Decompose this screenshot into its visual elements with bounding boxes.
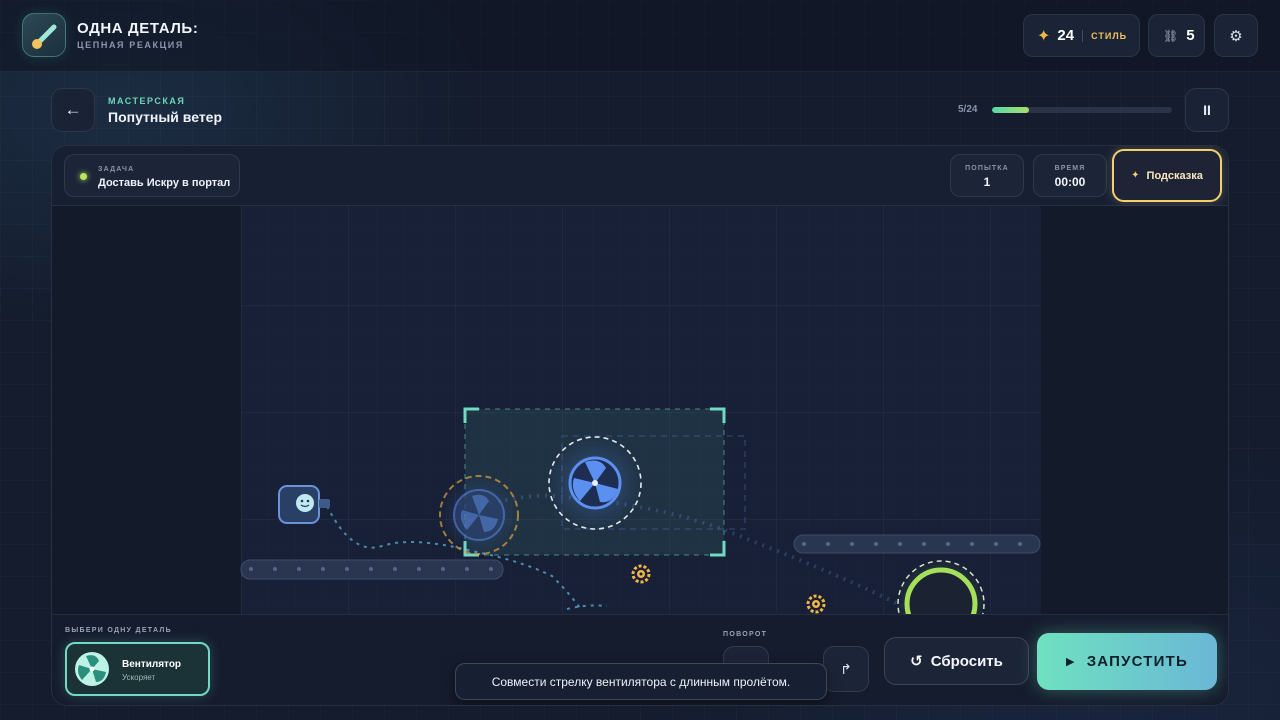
- star-icon: ✦: [1037, 27, 1051, 45]
- timer-value: 00:00: [1054, 175, 1086, 189]
- part-description: Ускоряет: [122, 673, 156, 682]
- ghost-fan: [439, 475, 519, 555]
- part-tray: ВЫБЕРИ ОДНУ ДЕТАЛЬ Вентилятор Ускоряет П…: [52, 614, 1228, 705]
- reset-icon: ↺: [910, 653, 923, 670]
- score-value: 24: [1057, 27, 1075, 44]
- settings-button[interactable]: ⚙: [1214, 14, 1258, 57]
- top-bar: ОДНА ДЕТАЛЬ: ЦЕПНАЯ РЕАКЦИЯ ✦ 24 СТИЛЬ ⛓…: [0, 0, 1280, 72]
- hint-label: Подсказка: [1146, 169, 1203, 182]
- pause-icon: II: [1203, 102, 1211, 118]
- arrow-left-icon: ←: [64, 100, 82, 119]
- level-progress-text: 5/24: [958, 104, 978, 115]
- run-button[interactable]: ▶ ЗАПУСТИТЬ: [1037, 633, 1217, 690]
- timer-label: ВРЕМЯ: [1054, 165, 1086, 172]
- panel-header: ЗАДАЧА Доставь Искру в портал ПОПЫТКА 1 …: [52, 146, 1228, 206]
- task-text: Доставь Искру в портал: [98, 177, 231, 189]
- playfield[interactable]: [52, 206, 1228, 614]
- run-label: ЗАПУСТИТЬ: [1086, 653, 1188, 670]
- gear-icon: ⚙: [1229, 27, 1243, 45]
- attempt-label: ПОПЫТКА: [965, 165, 1009, 172]
- rotation-label: ПОВОРОТ: [723, 631, 768, 638]
- chain-count: 5: [1186, 27, 1195, 44]
- game-panel: ЗАДАЧА Доставь Искру в портал ПОПЫТКА 1 …: [51, 145, 1229, 706]
- part-card-fan[interactable]: Вентилятор Ускоряет: [65, 642, 210, 696]
- rotate-right-button[interactable]: ↱: [823, 646, 869, 692]
- left-platform: [240, 559, 504, 580]
- choose-part-label: ВЫБЕРИ ОДНУ ДЕТАЛЬ: [65, 627, 172, 634]
- fan-icon: [75, 652, 109, 686]
- task-status-dot: [80, 173, 87, 180]
- pause-button[interactable]: II: [1185, 88, 1229, 132]
- part-name: Вентилятор: [122, 659, 182, 670]
- hint-button[interactable]: ✦ Подсказка: [1112, 149, 1222, 202]
- hint-tooltip: Совмести стрелку вентилятора с длинным п…: [455, 663, 827, 700]
- score-label: СТИЛЬ: [1091, 30, 1128, 41]
- timer: ВРЕМЯ 00:00: [1033, 154, 1107, 197]
- attempt-counter: ПОПЫТКА 1: [950, 154, 1024, 197]
- app-title: ОДНА ДЕТАЛЬ:: [77, 20, 199, 37]
- level-category: МАСТЕРСКАЯ: [108, 96, 186, 106]
- reset-button[interactable]: ↺ Сбросить: [884, 637, 1029, 685]
- style-score-badge[interactable]: ✦ 24 СТИЛЬ: [1023, 14, 1140, 57]
- divider: [1082, 29, 1084, 42]
- comet-logo-icon: [22, 13, 66, 57]
- level-progress-fill: [992, 107, 1030, 113]
- active-fan[interactable]: [548, 436, 642, 530]
- task-card: ЗАДАЧА Доставь Искру в портал: [64, 154, 240, 197]
- task-label: ЗАДАЧА: [98, 166, 135, 173]
- play-icon: ▶: [1066, 656, 1076, 668]
- reset-label: Сбросить: [930, 652, 1003, 670]
- level-progress-bar: [992, 107, 1172, 113]
- sparkle-icon: ✦: [1131, 170, 1140, 181]
- app-subtitle: ЦЕПНАЯ РЕАКЦИЯ: [77, 40, 184, 50]
- chain-counter-badge[interactable]: ⛓ 5: [1148, 14, 1205, 57]
- level-title: Попутный ветер: [108, 109, 223, 125]
- right-platform: [793, 534, 1041, 554]
- tooltip-text: Совмести стрелку вентилятора с длинным п…: [491, 674, 791, 689]
- attempt-value: 1: [983, 175, 991, 189]
- back-button[interactable]: ←: [51, 88, 95, 132]
- chain-icon: ⛓: [1163, 28, 1179, 43]
- rotate-right-icon: ↱: [840, 660, 852, 677]
